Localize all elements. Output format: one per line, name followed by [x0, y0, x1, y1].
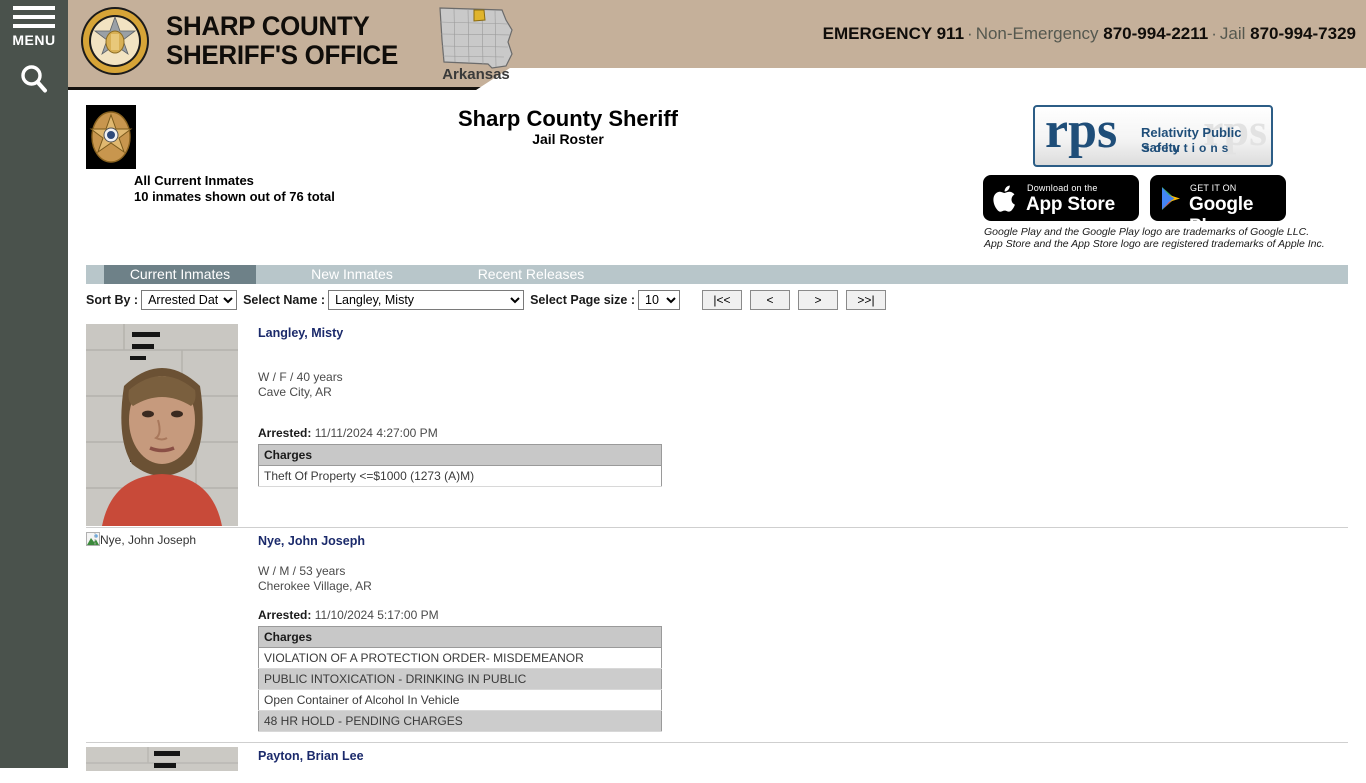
select-name-label: Select Name :: [243, 293, 326, 307]
arrested-label: Arrested:: [258, 426, 312, 440]
charges-header: Charges: [258, 626, 662, 648]
trademark-line2: App Store and the App Store logo are reg…: [984, 238, 1325, 250]
inmate-info: Payton, Brian Lee: [258, 743, 1348, 765]
roster-summary-line2: 10 inmates shown out of 76 total: [134, 189, 335, 204]
emergency-contact-bar: EMERGENCY 911 · Non-Emergency 870-994-2211…: [823, 24, 1356, 44]
arrested-value: 11/11/2024 4:27:00 PM: [314, 426, 438, 440]
hamburger-icon: [13, 6, 55, 10]
separator-dot: ·: [967, 24, 973, 43]
table-row: Langley, Misty W / F / 40 years Cave Cit…: [86, 320, 1348, 528]
menu-button[interactable]: MENU: [0, 6, 68, 47]
app-store-big-label: App Store: [1026, 194, 1115, 215]
nonemergency-label: Non-Emergency: [975, 24, 1099, 43]
inmate-mugshot[interactable]: [86, 324, 238, 526]
inmate-mugshot[interactable]: [86, 747, 238, 771]
table-row: Nye, John Joseph Nye, John Joseph W / M …: [86, 528, 1348, 743]
jail-number[interactable]: 870-994-7329: [1250, 24, 1356, 43]
roster-tabs: Current Inmates New Inmates Recent Relea…: [86, 265, 1348, 284]
inmate-name-link[interactable]: Langley, Misty: [258, 326, 343, 340]
charge-cell: Theft Of Property <=$1000 (1273 (A)M): [258, 465, 662, 487]
inmate-mugshot-broken[interactable]: Nye, John Joseph: [86, 532, 346, 548]
roster-controls: Sort By : Arrested Date Select Name : Langl…: [86, 290, 894, 312]
charges-table: Charges Theft Of Property <=$1000 (1273 …: [258, 444, 662, 487]
tab-recent-releases[interactable]: Recent Releases: [448, 265, 614, 284]
jail-label: Jail: [1219, 24, 1246, 43]
app-store-small-label: Download on the: [1027, 183, 1098, 193]
tab-current-inmates[interactable]: Current Inmates: [104, 265, 256, 284]
page-size-select[interactable]: 10: [638, 290, 680, 310]
broken-image-alt-text: Nye, John Joseph: [100, 533, 197, 547]
next-page-button[interactable]: >: [798, 290, 838, 310]
hamburger-icon: [13, 24, 55, 28]
nonemergency-number[interactable]: 870-994-2211: [1103, 24, 1208, 43]
inmate-arrested: Arrested: 11/10/2024 5:17:00 PM: [258, 608, 1348, 622]
page-title: Sharp County Sheriff: [457, 106, 678, 131]
app-store-button[interactable]: Download on the App Store: [983, 175, 1139, 221]
inmate-roster-list: Langley, Misty W / F / 40 years Cave Cit…: [86, 320, 1348, 783]
rps-logo-subtagline: solutions: [1143, 141, 1233, 155]
trademark-line1: Google Play and the Google Play logo are…: [984, 226, 1310, 238]
page-content: Sharp County Sheriff Jail Roster All Cur…: [68, 90, 1366, 771]
inmate-city: Cherokee Village, AR: [258, 579, 372, 593]
banner-title: SHARP COUNTY SHERIFF'S OFFICE: [166, 12, 398, 70]
pagination-controls: |<< < > >>|: [702, 290, 894, 310]
inmate-city: Cave City, AR: [258, 385, 332, 399]
google-play-button[interactable]: GET IT ON Google Play: [1150, 175, 1286, 237]
apple-logo-icon: [993, 185, 1015, 212]
inmate-demographics: W / M / 53 years: [258, 564, 346, 578]
inmate-demographics: W / F / 40 years: [258, 370, 343, 384]
page-size-label: Select Page size :: [530, 293, 635, 307]
last-page-button[interactable]: >>|: [846, 290, 886, 310]
state-label: Arkansas: [442, 66, 510, 83]
banner-title-line1: SHARP COUNTY: [166, 11, 370, 41]
rps-logo-mark: rps: [1045, 105, 1118, 159]
charge-cell: VIOLATION OF A PROTECTION ORDER- MISDEME…: [258, 647, 662, 669]
charge-cell: PUBLIC INTOXICATION - DRINKING IN PUBLIC: [258, 668, 662, 690]
site-header-banner: SHARP COUNTY SHERIFF'S OFFICE Arkansas E…: [68, 0, 1366, 90]
separator-dot: ·: [1211, 24, 1217, 43]
sheriff-badge-seal-icon: [81, 7, 149, 75]
first-page-button[interactable]: |<<: [702, 290, 742, 310]
inmate-name-link[interactable]: Payton, Brian Lee: [258, 749, 364, 763]
table-row: Payton, Brian Lee: [86, 743, 1348, 783]
charges-header: Charges: [258, 444, 662, 466]
broken-image-icon: [86, 532, 100, 546]
store-trademark-note: Google Play and the Google Play logo are…: [984, 226, 1325, 250]
inmate-arrested: Arrested: 11/11/2024 4:27:00 PM: [258, 426, 1348, 440]
left-sidebar: MENU: [0, 0, 68, 768]
rps-logo[interactable]: rps rps Relativity Public Safety solutio…: [1033, 105, 1273, 167]
inmate-info: Langley, Misty W / F / 40 years Cave Cit…: [258, 320, 1348, 487]
hamburger-icon: [13, 15, 55, 19]
sort-by-select[interactable]: Arrested Date: [141, 290, 238, 310]
page-subtitle: Jail Roster: [532, 131, 604, 147]
select-name-select[interactable]: Langley, Misty: [328, 290, 525, 310]
charge-cell: 48 HR HOLD - PENDING CHARGES: [258, 710, 662, 732]
tab-new-inmates[interactable]: New Inmates: [276, 265, 428, 284]
sort-by-label: Sort By :: [86, 293, 139, 307]
banner-title-line2: SHERIFF'S OFFICE: [166, 40, 398, 70]
google-play-triangle-icon: [1162, 187, 1180, 210]
search-icon: [21, 65, 47, 93]
charges-table: Charges VIOLATION OF A PROTECTION ORDER-…: [258, 626, 662, 732]
inmate-info: Nye, John Joseph W / M / 53 years Cherok…: [258, 528, 1348, 732]
arrested-value: 11/10/2024 5:17:00 PM: [314, 608, 439, 622]
menu-label: MENU: [12, 32, 56, 48]
roster-summary-line1: All Current Inmates: [134, 173, 254, 188]
arrested-label: Arrested:: [258, 608, 312, 622]
previous-page-button[interactable]: <: [750, 290, 790, 310]
roster-summary: All Current Inmates 10 inmates shown out…: [134, 173, 335, 205]
emergency-label: EMERGENCY 911: [822, 24, 965, 43]
search-button[interactable]: [0, 62, 68, 101]
google-play-small-label: GET IT ON: [1190, 183, 1237, 193]
charge-cell: Open Container of Alcohol In Vehicle: [258, 689, 662, 711]
